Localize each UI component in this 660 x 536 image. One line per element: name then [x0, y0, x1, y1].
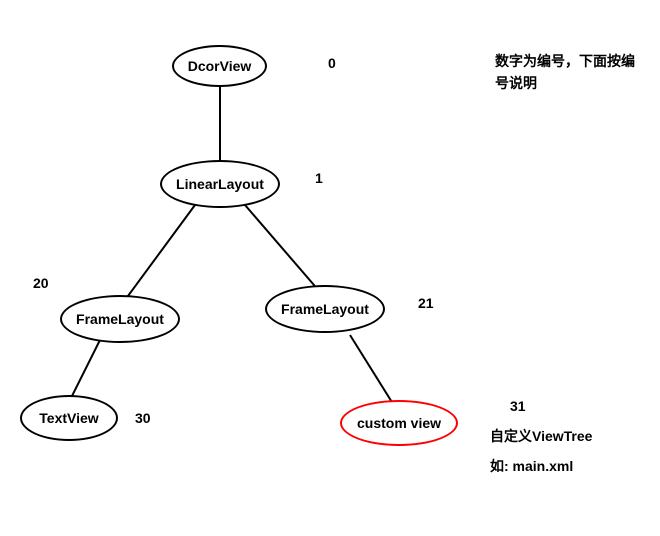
node-decorview: DcorView: [172, 45, 267, 87]
num-linearlayout: 1: [315, 170, 323, 186]
num-decorview: 0: [328, 55, 336, 71]
node-framelayout-right-label: FrameLayout: [281, 301, 369, 317]
node-framelayout-left-label: FrameLayout: [76, 311, 164, 327]
node-framelayout-right: FrameLayout: [265, 285, 385, 333]
num-textview: 30: [135, 410, 151, 426]
node-linearlayout-label: LinearLayout: [176, 176, 264, 192]
node-customview: custom view: [340, 400, 458, 446]
node-customview-label: custom view: [357, 415, 441, 431]
node-linearlayout: LinearLayout: [160, 160, 280, 208]
node-decorview-label: DcorView: [188, 58, 252, 74]
note-custom-1: 自定义ViewTree: [490, 425, 592, 447]
node-textview-label: TextView: [39, 410, 98, 426]
num-framelayout-left: 20: [33, 275, 49, 291]
node-textview: TextView: [20, 395, 118, 441]
node-framelayout-left: FrameLayout: [60, 295, 180, 343]
note-custom-2: 如: main.xml: [490, 455, 573, 477]
num-customview: 31: [510, 398, 526, 414]
note-top: 数字为编号，下面按编号说明: [495, 50, 635, 95]
num-framelayout-right: 21: [418, 295, 434, 311]
